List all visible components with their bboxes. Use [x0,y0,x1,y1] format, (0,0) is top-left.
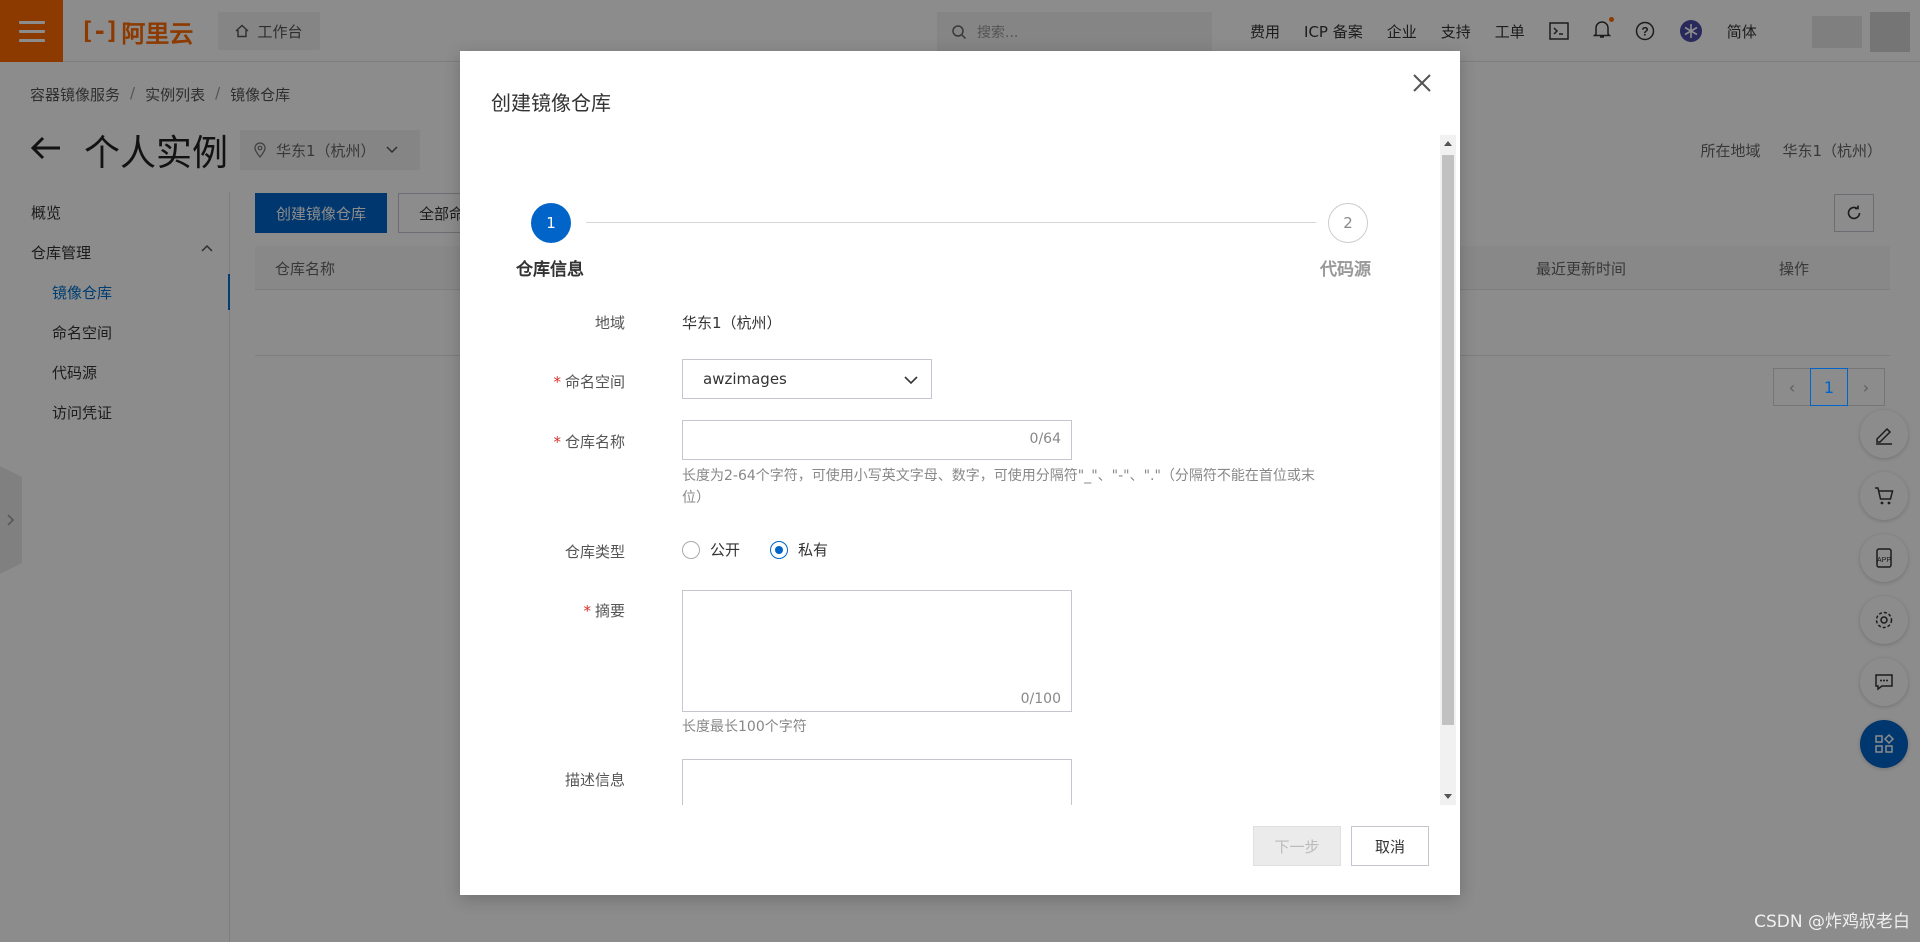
repo-name-label: * 仓库名称 [460,431,625,452]
step-2-label: 代码源 [1320,260,1371,280]
repo-name-counter: 0/64 [1029,431,1061,447]
radio-public-circle[interactable] [682,540,700,559]
required-mark: * [583,602,591,620]
summary-hint: 长度最长100个字符 [682,719,807,735]
repo-type-radio-group: 公开 私有 [682,539,848,560]
radio-private[interactable]: 私有 [770,539,828,560]
scroll-up-arrow[interactable] [1444,141,1452,146]
summary-label: * 摘要 [460,600,625,621]
radio-public-label: 公开 [710,541,741,559]
repo-name-hint: 长度为2-64个字符，可使用小写英文字母、数字，可使用分隔符"_"、"-"、".… [682,468,1315,506]
namespace-label: * 命名空间 [460,371,625,392]
dialog-title: 创建镜像仓库 [491,91,611,115]
scroll-thumb[interactable] [1442,155,1454,725]
region-value: 华东1（杭州） [682,314,782,332]
step-2-circle: 2 [1328,203,1368,243]
summary-counter: 0/100 [1020,691,1061,707]
region-label: 地域 [594,314,625,332]
namespace-select[interactable]: awzimages [682,359,932,399]
create-repo-dialog: 创建镜像仓库 1 2 仓库信息 代码源 地域 华东1（杭州） * 命名空间 awz… [460,51,1460,895]
radio-private-circle[interactable] [770,540,789,559]
namespace-label-text: 命名空间 [564,373,625,391]
required-mark: * [553,433,561,451]
step-connector [586,222,1316,223]
repo-name-input[interactable]: 0/64 [682,420,1072,460]
cancel-button[interactable]: 取消 [1351,826,1429,866]
radio-private-label: 私有 [798,541,829,559]
chevron-down-icon [904,376,918,385]
dialog-body: 1 2 仓库信息 代码源 地域 华东1（杭州） * 命名空间 awzimages … [460,131,1460,805]
repo-name-label-text: 仓库名称 [564,433,625,451]
close-icon[interactable] [1408,71,1436,99]
next-step-button[interactable]: 下一步 [1253,826,1341,866]
repo-type-label: 仓库类型 [564,543,625,561]
scroll-down-arrow[interactable] [1444,794,1452,799]
step-1-label: 仓库信息 [516,260,584,280]
namespace-select-value: awzimages [703,370,787,388]
description-textarea[interactable] [682,759,1072,805]
description-label: 描述信息 [564,771,625,789]
required-mark: * [553,373,561,391]
pager-page-current[interactable]: 1 [1810,368,1848,406]
radio-public[interactable]: 公开 [682,539,740,560]
step-1-circle: 1 [531,203,571,243]
summary-textarea[interactable]: 0/100 [682,590,1072,712]
watermark: CSDN @炸鸡叔老白 [1754,912,1910,932]
summary-label-text: 摘要 [594,602,625,620]
dialog-footer: 下一步 取消 [460,805,1460,895]
dialog-scrollbar[interactable] [1440,135,1456,805]
